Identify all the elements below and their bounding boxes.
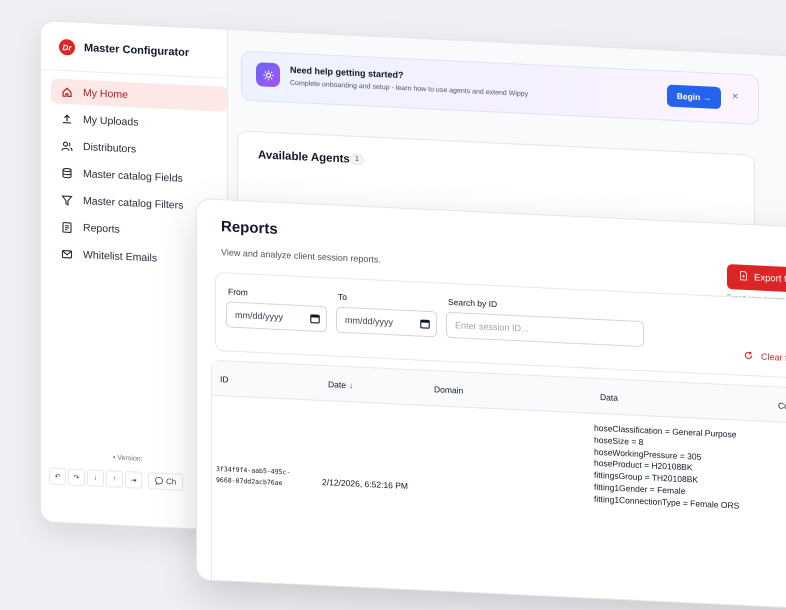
clear-filters-button[interactable]: Clear f	[744, 351, 786, 364]
agents-count-badge: 1	[350, 153, 364, 166]
database-icon	[61, 166, 73, 179]
from-label: From	[228, 286, 248, 298]
agents-title: Available Agents	[258, 149, 350, 166]
brand-name: Master Configurator	[84, 42, 190, 60]
row-data: hoseClassification = General Purpose hos…	[594, 423, 739, 512]
clear-filters-label: Clear f	[761, 351, 786, 363]
upload-button[interactable]: ↑	[106, 470, 123, 488]
mail-icon	[61, 247, 73, 260]
to-date-value: mm/dd/yyyy	[345, 315, 394, 328]
logout-button[interactable]: ⇥	[125, 471, 142, 489]
divider	[41, 69, 227, 79]
users-icon	[61, 139, 73, 152]
sparkle-gear-icon	[256, 62, 280, 88]
brand-logo: Dr	[59, 38, 75, 56]
reports-table: ID Date ↓ Domain Data Co 3f34f9f4-aab5-49…	[211, 359, 786, 610]
report-icon	[61, 220, 73, 233]
sidebar-item-label: Master catalog Fields	[83, 167, 183, 185]
column-header-domain[interactable]: Domain	[434, 384, 463, 395]
column-header-data[interactable]: Data	[600, 392, 618, 403]
refresh-icon	[744, 351, 753, 362]
file-export-icon	[739, 271, 748, 284]
row-id[interactable]: 3f34f9f4-aab5-495c- 9668-07dd2acb76ae	[216, 464, 290, 490]
chat-label: Ch	[166, 476, 177, 487]
column-header-date[interactable]: Date ↓	[328, 379, 353, 390]
page-subtitle: View and analyze client session reports.	[221, 247, 381, 265]
brand[interactable]: Dr Master Configurator	[59, 38, 190, 61]
calendar-icon[interactable]	[310, 313, 320, 324]
onboarding-banner: Need help getting started? Complete onbo…	[241, 50, 759, 125]
page-title: Reports	[221, 218, 278, 238]
sidebar-item-label: Reports	[83, 221, 120, 236]
session-id-search-input[interactable]: Enter session ID...	[446, 311, 644, 348]
calendar-icon[interactable]	[420, 319, 430, 329]
export-button[interactable]: Export to	[727, 264, 786, 295]
column-header-co[interactable]: Co	[778, 400, 786, 411]
home-icon	[61, 85, 73, 98]
reports-window: Reports View and analyze client session …	[196, 198, 786, 610]
undo-button[interactable]: ↶	[49, 467, 66, 486]
from-date-value: mm/dd/yyyy	[235, 309, 284, 323]
redo-button[interactable]: ↷	[68, 468, 85, 487]
sidebar-item-label: My Uploads	[83, 113, 139, 129]
row-date: 2/12/2026, 6:52:16 PM	[322, 476, 409, 491]
column-header-date-label: Date	[328, 379, 346, 391]
sidebar-item-label: Whitelist Emails	[83, 248, 158, 265]
search-by-id-label: Search by ID	[448, 296, 498, 310]
to-label: To	[338, 291, 347, 303]
version-label: • Version:	[113, 454, 143, 463]
upload-icon	[61, 112, 73, 125]
row-id-line: 9668-07dd2acb76ae	[216, 475, 283, 488]
close-icon[interactable]: ×	[732, 91, 738, 103]
column-header-id[interactable]: ID	[220, 374, 229, 384]
search-placeholder: Enter session ID...	[455, 320, 529, 334]
banner-subtitle: Complete onboarding and setup - learn ho…	[290, 79, 529, 99]
sidebar-item-label: Distributors	[83, 140, 137, 156]
to-date-input[interactable]: mm/dd/yyyy	[336, 306, 437, 338]
sidebar-toolbar: ↶ ↷ ↓ ↑ ⇥ Ch	[49, 467, 184, 491]
download-button[interactable]: ↓	[87, 469, 104, 488]
banner-title: Need help getting started?	[290, 64, 404, 81]
chat-button[interactable]: Ch	[148, 472, 184, 491]
chat-icon	[154, 476, 164, 486]
filter-icon	[61, 193, 73, 206]
sidebar-item-label: Master catalog Filters	[83, 194, 184, 212]
export-label: Export to	[754, 272, 786, 285]
sort-arrow-icon: ↓	[348, 380, 354, 391]
sidebar-item-label: My Home	[83, 86, 128, 101]
begin-button[interactable]: Begin →	[667, 84, 721, 110]
from-date-input[interactable]: mm/dd/yyyy	[226, 301, 327, 333]
